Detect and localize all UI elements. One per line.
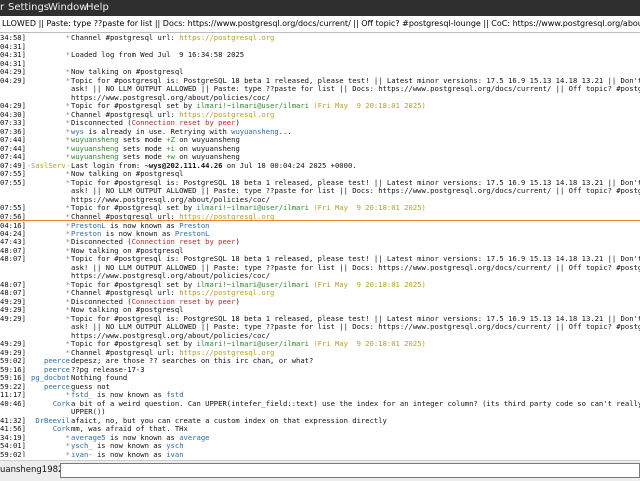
log-message: ivan- is now known as ivan xyxy=(71,450,184,458)
message-segment: ivan xyxy=(166,449,184,458)
input-bar: uansheng1982 xyxy=(0,460,640,481)
message-segment: is now known as xyxy=(92,449,167,458)
chat-log[interactable]: 34:58] * Channel #postgresql url: https://… xyxy=(0,33,640,457)
log-nick: * xyxy=(65,449,70,458)
channel-topic-text: LLOWED || Paste: type ??paste for list |… xyxy=(2,19,640,28)
menu-edge-label: r xyxy=(0,2,5,13)
nickname-button[interactable]: uansheng1982 xyxy=(0,463,63,478)
menu-help[interactable]: Help xyxy=(86,0,109,16)
menu-settings[interactable]: Settings xyxy=(8,0,49,16)
menu-window[interactable]: Window xyxy=(48,0,87,16)
log-timestamp: 59:02] xyxy=(0,449,26,458)
menu-bar: r Settings Window Help xyxy=(0,0,640,16)
log-line: 59:02] * ivan- is now known as ivan xyxy=(0,450,640,458)
message-segment: ivan- xyxy=(71,449,93,458)
channel-topic-bar[interactable]: LLOWED || Paste: type ??paste for list |… xyxy=(0,16,640,33)
chat-input[interactable] xyxy=(60,463,640,478)
